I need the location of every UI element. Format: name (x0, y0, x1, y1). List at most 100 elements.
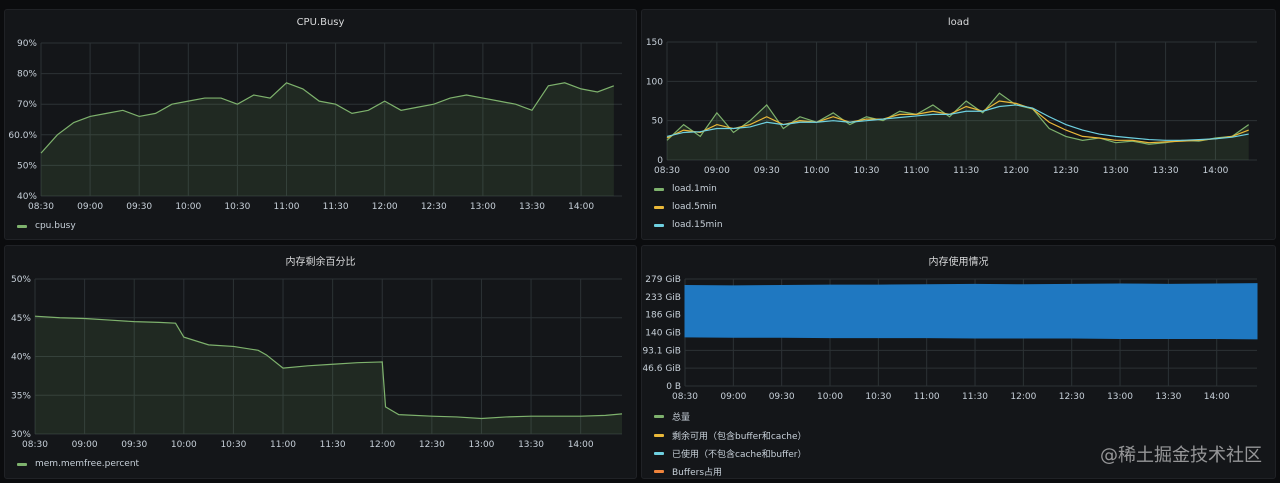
panel-mem-free-percent[interactable]: 内存剩余百分比 50% 45% 40% 35% 30% 08:30 09:00 09:30 10… (4, 245, 637, 479)
watermark: @稀土掘金技术社区 (1100, 445, 1262, 466)
x-tick-label: 11:30 (320, 440, 346, 450)
x-tick-label: 13:30 (1153, 166, 1179, 176)
x-tick-label: 11:30 (953, 166, 979, 176)
x-tick-label: 14:00 (1204, 392, 1230, 402)
legend-swatch (654, 205, 664, 209)
x-tick-label: 10:30 (220, 440, 246, 450)
y-tick-label: 30% (11, 430, 31, 440)
legend-swatch (654, 187, 664, 191)
x-tick-label: 09:00 (704, 166, 730, 176)
legend-item[interactable]: mem.memfree.percent (17, 459, 139, 469)
legend-swatch (654, 223, 664, 227)
y-tick-label: 150 (646, 38, 663, 48)
legend-item[interactable]: 剩余可用（包含buffer和cache） (654, 429, 807, 442)
x-tick-label: 10:00 (171, 440, 197, 450)
x-tick-label: 09:30 (126, 202, 152, 212)
y-tick-label: 0 B (666, 382, 681, 392)
legend-item[interactable]: cpu.busy (17, 221, 76, 231)
legend-swatch (17, 224, 27, 228)
y-tick-label: 80% (17, 70, 37, 80)
x-tick-label: 10:00 (804, 166, 830, 176)
legend-item[interactable]: Buffers占用 (654, 465, 722, 478)
legend-swatch (654, 434, 664, 437)
legend-label: load.1min (672, 184, 717, 194)
x-tick-label: 13:30 (519, 202, 545, 212)
y-tick-label: 140 GiB (645, 329, 681, 339)
x-tick-label: 12:30 (1053, 166, 1079, 176)
load-chart[interactable]: 150 100 50 008:30 09:00 09:30 10:00 10:30 11:00 1… (642, 10, 1277, 241)
x-tick-label: 11:30 (962, 392, 988, 402)
x-tick-label: 08:30 (672, 392, 698, 402)
x-tick-label: 10:30 (865, 392, 891, 402)
mem-free-chart[interactable]: 50% 45% 40% 35% 30%08:30 09:00 09:30 10:00 10:30… (5, 246, 638, 480)
y-tick-label: 70% (17, 100, 37, 110)
legend-item[interactable]: load.1min (654, 184, 717, 194)
x-tick-label: 14:00 (568, 440, 594, 450)
series-fill (41, 82, 614, 196)
y-tick-label: 279 GiB (645, 275, 681, 285)
y-tick-label: 90% (17, 39, 37, 49)
x-tick-label: 12:00 (372, 202, 398, 212)
legend-label: Buffers占用 (672, 468, 723, 478)
x-tick-label: 10:30 (224, 202, 250, 212)
panel-load[interactable]: load 150 100 50 0 08:30 09:00 09:30 10:00 10:30 1… (641, 9, 1276, 240)
panel-cpu-busy[interactable]: CPU.Busy 90% 80% 70% 60.0% 50% 40% 08:30 09:00 0… (4, 9, 637, 240)
x-tick-label: 11:30 (323, 202, 349, 212)
y-tick-label: 100 (646, 77, 663, 87)
legend-swatch (654, 415, 664, 418)
legend-label: 总量 (672, 413, 691, 423)
legend-label: 剩余可用（包含buffer和cache） (672, 432, 807, 442)
legend-label: mem.memfree.percent (35, 459, 140, 469)
x-tick-label: 12:30 (421, 202, 447, 212)
x-tick-label: 12:00 (1003, 166, 1029, 176)
x-tick-label: 10:00 (817, 392, 843, 402)
x-tick-label: 09:00 (77, 202, 103, 212)
x-tick-label: 08:30 (654, 166, 680, 176)
x-tick-label: 09:30 (769, 392, 795, 402)
y-tick-label: 40% (11, 353, 31, 363)
y-tick-label: 40% (17, 192, 37, 202)
x-tick-label: 11:00 (270, 440, 296, 450)
x-tick-label: 09:00 (720, 392, 746, 402)
legend-item[interactable]: 已使用（不包含cache和buffer） (654, 447, 807, 460)
y-tick-label: 50% (17, 161, 37, 171)
x-tick-label: 11:00 (914, 392, 940, 402)
legend-item[interactable]: 总量 (654, 410, 690, 423)
x-tick-label: 12:00 (1010, 392, 1036, 402)
legend-item[interactable]: load.5min (654, 202, 717, 212)
legend-label: load.15min (672, 220, 723, 230)
x-tick-label: 09:30 (121, 440, 147, 450)
y-tick-label: 50 (652, 117, 664, 127)
y-tick-label: 60.0% (8, 131, 37, 141)
y-tick-label: 35% (11, 391, 31, 401)
x-tick-label: 14:00 (568, 202, 594, 212)
legend-label: load.5min (672, 202, 717, 212)
cpu-busy-chart[interactable]: 90% 80% 70% 60.0% 50% 40%08:30 09:00 09:30 10:00… (5, 10, 638, 241)
x-tick-label: 10:30 (853, 166, 879, 176)
x-tick-label: 14:00 (1202, 166, 1228, 176)
y-tick-label: 233 GiB (645, 293, 681, 303)
y-tick-label: 45% (11, 314, 31, 324)
y-tick-label: 186 GiB (645, 311, 681, 321)
x-tick-label: 13:30 (518, 440, 544, 450)
x-tick-label: 13:00 (1107, 392, 1133, 402)
x-tick-label: 12:30 (1059, 392, 1085, 402)
x-tick-label: 12:00 (369, 440, 395, 450)
series-fill (667, 93, 1249, 160)
legend-item[interactable]: load.15min (654, 220, 723, 230)
legend-swatch (654, 470, 664, 473)
x-tick-label: 13:00 (470, 202, 496, 212)
y-tick-label: 46.6 GiB (642, 364, 681, 374)
legend-swatch (17, 462, 27, 466)
y-tick-label: 93.1 GiB (642, 346, 681, 356)
x-tick-label: 11:00 (903, 166, 929, 176)
x-tick-label: 09:00 (72, 440, 98, 450)
y-tick-label: 0 (657, 156, 663, 166)
area-series (684, 283, 1258, 340)
x-tick-label: 09:30 (754, 166, 780, 176)
legend-label: cpu.busy (35, 221, 76, 231)
legend-swatch (654, 452, 664, 455)
legend-label: 已使用（不包含cache和buffer） (672, 450, 807, 460)
x-tick-label: 13:00 (1103, 166, 1129, 176)
x-tick-label: 12:30 (419, 440, 445, 450)
